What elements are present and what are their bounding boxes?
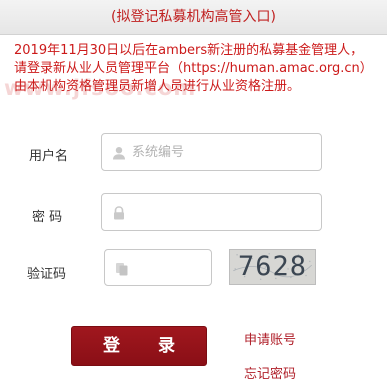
register-link[interactable]: 申请账号 <box>244 329 296 348</box>
password-input[interactable] <box>132 194 315 230</box>
username-field[interactable] <box>101 133 322 171</box>
password-label: 密 码 <box>32 210 63 225</box>
password-field[interactable] <box>101 193 322 231</box>
username-label: 用户名 <box>29 149 69 164</box>
login-button[interactable]: 登 录 <box>71 326 207 366</box>
forgot-password-link[interactable]: 忘记密码 <box>244 363 296 382</box>
captcha-image[interactable]: 7628 <box>229 249 316 285</box>
user-icon <box>112 145 126 160</box>
registration-notice: 2019年11月30日以后在ambers新注册的私募基金管理人，请登录新从业人员… <box>14 43 373 94</box>
copy-icon <box>115 261 129 275</box>
captcha-input[interactable] <box>135 250 205 285</box>
captcha-field[interactable] <box>104 249 212 286</box>
lock-icon <box>112 205 126 220</box>
captcha-code: 7628 <box>237 251 308 282</box>
captcha-label: 验证码 <box>27 267 67 282</box>
portal-header: (拟登记私募机构高管入口) <box>0 0 387 35</box>
username-input[interactable] <box>132 134 315 170</box>
header-title: (拟登记私募机构高管入口) <box>111 9 276 25</box>
